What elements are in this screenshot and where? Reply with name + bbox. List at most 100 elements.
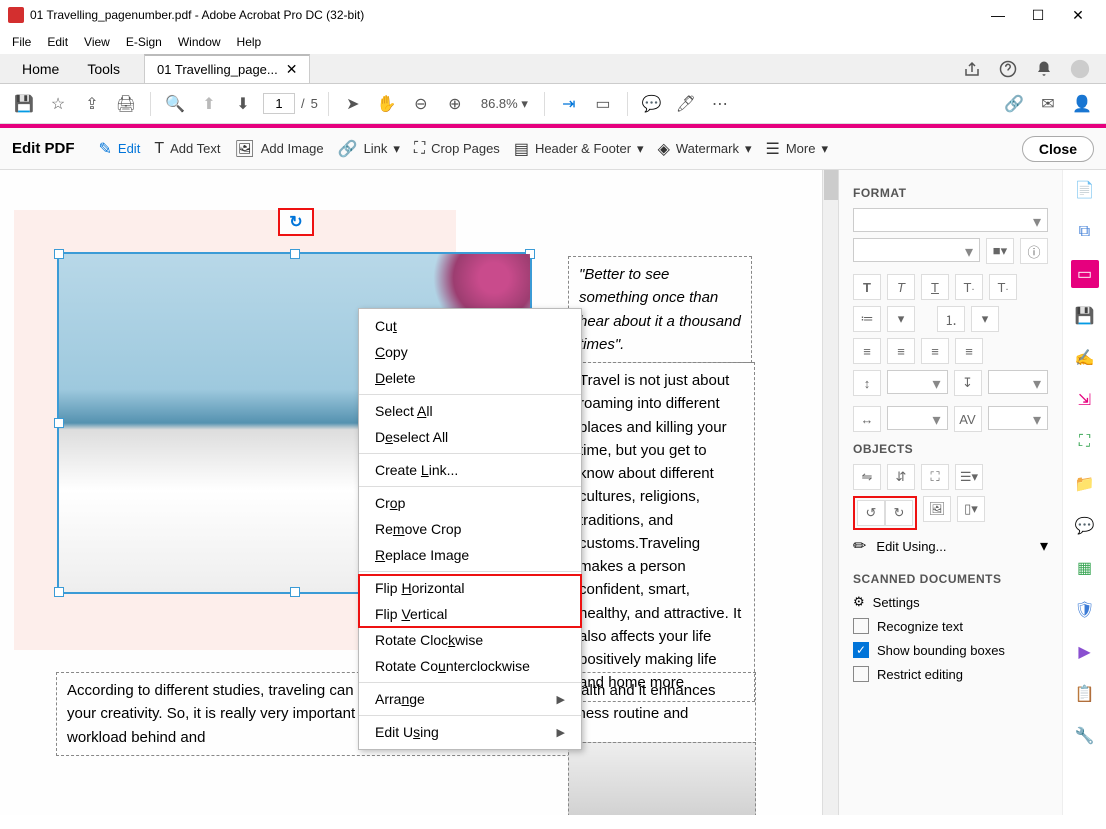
comment-tool-icon[interactable]: 💬 xyxy=(1071,512,1099,540)
secondary-image[interactable] xyxy=(568,742,756,815)
font-family-dropdown[interactable]: ▾ xyxy=(853,208,1048,232)
ctx-select-all[interactable]: Select All xyxy=(359,398,581,424)
paragraph-text-box[interactable]: Travel is not just about roaming into di… xyxy=(568,362,755,702)
print-icon[interactable]: 🖨 xyxy=(112,90,140,118)
zoom-search-icon[interactable]: 🔍 xyxy=(161,90,189,118)
export-icon[interactable]: 💾 xyxy=(1071,302,1099,330)
font-size-dropdown[interactable]: ▾ xyxy=(853,238,980,262)
align-right-button[interactable]: ≡ xyxy=(921,338,949,364)
italic-button[interactable]: T xyxy=(887,274,915,300)
quote-text-box[interactable]: "Better to see something once than hear … xyxy=(568,256,752,363)
create-pdf-icon[interactable]: 📄 xyxy=(1071,176,1099,204)
cloud-upload-icon[interactable]: ⇪ xyxy=(78,90,106,118)
recognize-text-checkbox[interactable]: Recognize text xyxy=(853,618,1048,634)
align-objects-button[interactable]: ☰▾ xyxy=(955,464,983,490)
resize-handle[interactable] xyxy=(290,587,300,597)
horizontal-scale-button[interactable]: ↔ xyxy=(853,406,881,432)
star-icon[interactable]: ☆ xyxy=(44,90,72,118)
horizontal-scale-dropdown[interactable]: ▾ xyxy=(887,406,948,430)
flip-horizontal-button[interactable]: ⇋ xyxy=(853,464,881,490)
crop-pages-button[interactable]: ⛶Crop Pages xyxy=(414,140,500,158)
edit-using-dropdown[interactable]: ▾ xyxy=(1040,536,1048,556)
replace-image-button[interactable]: 🖼 xyxy=(923,496,951,522)
char-spacing-dropdown[interactable]: ▾ xyxy=(988,406,1049,430)
align-left-button[interactable]: ≡ xyxy=(853,338,881,364)
menu-file[interactable]: File xyxy=(4,33,39,51)
close-window-button[interactable]: ✕ xyxy=(1058,1,1098,29)
show-bounding-checkbox[interactable]: ✓ Show bounding boxes xyxy=(853,642,1048,658)
ctx-cut[interactable]: Cut xyxy=(359,313,581,339)
select-tool-icon[interactable]: ➤ xyxy=(339,90,367,118)
ctx-rotate-cw[interactable]: Rotate Clockwise xyxy=(359,627,581,653)
ctx-remove-crop[interactable]: Remove Crop xyxy=(359,516,581,542)
menu-view[interactable]: View xyxy=(76,33,118,51)
ctx-rotate-ccw[interactable]: Rotate Counterclockwise xyxy=(359,653,581,679)
link-share-icon[interactable]: 🔗 xyxy=(1000,90,1028,118)
zoom-level[interactable]: 86.8% ▾ xyxy=(475,94,534,114)
minimize-button[interactable]: — xyxy=(978,1,1018,29)
para-spacing-button[interactable]: ↧ xyxy=(954,370,982,396)
profile-icon[interactable] xyxy=(1070,59,1090,79)
rotate-ccw-button[interactable]: ↺ xyxy=(857,500,885,526)
close-button[interactable]: Close xyxy=(1022,136,1094,162)
ctx-deselect-all[interactable]: Deselect All xyxy=(359,424,581,450)
add-image-button[interactable]: 🖼Add Image xyxy=(234,139,323,159)
menu-window[interactable]: Window xyxy=(170,33,229,51)
rotate-cw-button[interactable]: ↻ xyxy=(885,500,913,526)
scrollbar-thumb[interactable] xyxy=(824,170,838,200)
more-tools-vert-icon[interactable]: 📋 xyxy=(1071,680,1099,708)
help-icon[interactable] xyxy=(998,59,1018,79)
header-footer-button[interactable]: ▤Header & Footer ▾ xyxy=(514,139,644,159)
email-icon[interactable]: ✉ xyxy=(1034,90,1062,118)
edit-using-label[interactable]: Edit Using... xyxy=(876,539,1030,554)
page-number-input[interactable] xyxy=(263,93,295,114)
ctx-flip-horizontal[interactable]: Flip Horizontal xyxy=(359,575,581,601)
tab-document[interactable]: 01 Travelling_page... ✕ xyxy=(144,54,310,83)
ctx-arrange[interactable]: Arrange▶ xyxy=(359,686,581,712)
highlight-icon[interactable]: 🖊 xyxy=(672,90,700,118)
numbered-list-dropdown[interactable]: ▾ xyxy=(971,306,999,332)
line-spacing-dropdown[interactable]: ▾ xyxy=(887,370,948,394)
resize-handle[interactable] xyxy=(525,249,535,259)
ctx-copy[interactable]: Copy xyxy=(359,339,581,365)
fit-page-icon[interactable]: ▭ xyxy=(589,90,617,118)
numbered-list-button[interactable]: ⒈ xyxy=(937,306,965,332)
save-icon[interactable]: 💾 xyxy=(10,90,38,118)
tab-tools[interactable]: Tools xyxy=(73,55,134,83)
hand-tool-icon[interactable]: ✋ xyxy=(373,90,401,118)
crop-object-button[interactable]: ⛶ xyxy=(921,464,949,490)
scan-icon[interactable]: ▦ xyxy=(1071,554,1099,582)
align-center-button[interactable]: ≡ xyxy=(887,338,915,364)
bullet-list-button[interactable]: ≔ xyxy=(853,306,881,332)
subscript-button[interactable]: T. xyxy=(989,274,1017,300)
flip-vertical-button[interactable]: ⇵ xyxy=(887,464,915,490)
edit-pdf-icon[interactable]: ▭ xyxy=(1071,260,1099,288)
settings-vert-icon[interactable]: 🔧 xyxy=(1071,722,1099,750)
ctx-edit-using[interactable]: Edit Using▶ xyxy=(359,719,581,745)
redact-icon[interactable]: ⛶ xyxy=(1071,428,1099,456)
resize-handle[interactable] xyxy=(54,249,64,259)
para-spacing-dropdown[interactable]: ▾ xyxy=(988,370,1049,394)
watermark-button[interactable]: ◈Watermark ▾ xyxy=(658,139,752,159)
add-text-button[interactable]: TAdd Text xyxy=(154,140,220,158)
page-down-icon[interactable]: ⬇ xyxy=(229,90,257,118)
ctx-create-link[interactable]: Create Link... xyxy=(359,457,581,483)
combine-icon[interactable]: ⧉ xyxy=(1071,218,1099,246)
page-up-icon[interactable]: ⬆ xyxy=(195,90,223,118)
arrange-button[interactable]: ▯▾ xyxy=(957,496,985,522)
zoom-out-icon[interactable]: ⊖ xyxy=(407,90,435,118)
zoom-in-icon[interactable]: ⊕ xyxy=(441,90,469,118)
resize-handle[interactable] xyxy=(54,587,64,597)
people-icon[interactable]: 👤 xyxy=(1068,90,1096,118)
resize-handle[interactable] xyxy=(290,249,300,259)
bell-icon[interactable] xyxy=(1034,59,1054,79)
bold-button[interactable]: T xyxy=(853,274,881,300)
more-button[interactable]: ☰More ▾ xyxy=(766,139,829,159)
menu-edit[interactable]: Edit xyxy=(39,33,76,51)
menu-esign[interactable]: E-Sign xyxy=(118,33,170,51)
rotate-handle[interactable]: ↻ xyxy=(278,208,314,236)
info-icon[interactable]: ⓘ xyxy=(1020,238,1048,264)
superscript-button[interactable]: T. xyxy=(955,274,983,300)
tab-home[interactable]: Home xyxy=(8,55,73,83)
document-area[interactable]: ↻ "Better to see something once than hea… xyxy=(0,170,838,815)
